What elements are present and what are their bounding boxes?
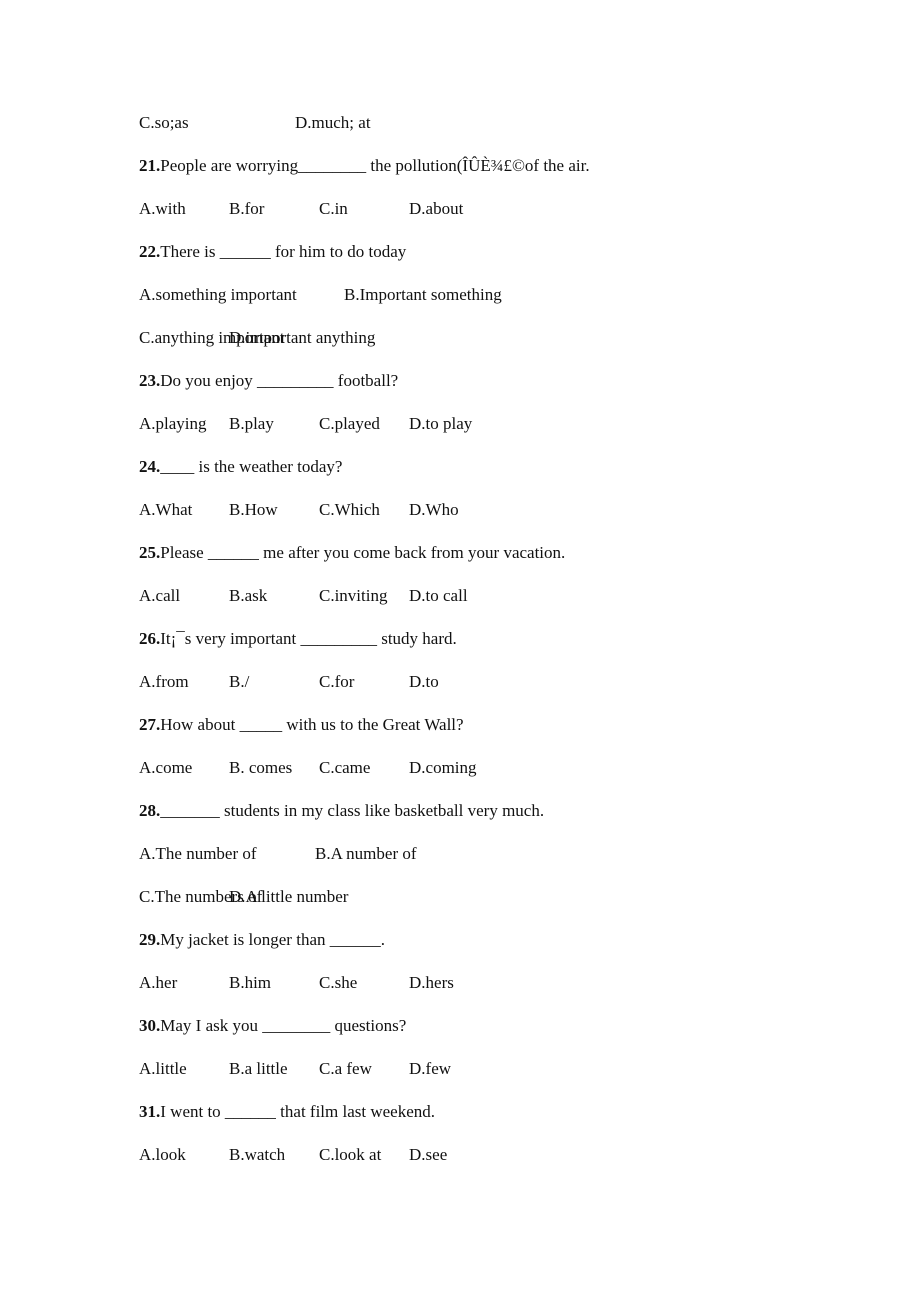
question-22: 22.There is ______ for him to do today <box>139 242 406 262</box>
question-28: 28._______ students in my class like bas… <box>139 801 544 821</box>
answer-option: C.in <box>319 199 348 218</box>
answer-option: B.him <box>229 973 272 992</box>
question-29: 29.My jacket is longer than ______. <box>139 930 385 950</box>
answer-option: C.for <box>319 672 355 691</box>
answer-option: A.little <box>139 1059 187 1078</box>
answer-option: D.Who <box>409 500 459 519</box>
question-text: Do you enjoy _________ football? <box>160 371 399 390</box>
answer-option: D.see <box>409 1145 448 1164</box>
answer-option: A.playing <box>139 414 207 433</box>
question-text: How about _____ with us to the Great Wal… <box>160 715 464 734</box>
answer-option: D.A little number <box>229 887 349 906</box>
question-27: 27.How about _____ with us to the Great … <box>139 715 464 735</box>
question-text: ____ is the weather today? <box>160 457 343 476</box>
answer-option: A.The number of <box>139 844 257 863</box>
answer-option: A.with <box>139 199 186 218</box>
answer-option: D.to <box>409 672 439 691</box>
answer-option: C.came <box>319 758 371 777</box>
question-number: 21. <box>139 156 161 175</box>
answer-option: B.for <box>229 199 265 218</box>
question-text: _______ students in my class like basket… <box>160 801 545 820</box>
question-number: 31. <box>139 1102 161 1121</box>
answer-option: D.to play <box>409 414 473 433</box>
answer-option: B.play <box>229 414 274 433</box>
question-24: 24.____ is the weather today? <box>139 457 342 477</box>
answer-option: A.look <box>139 1145 186 1164</box>
question-23: 23.Do you enjoy _________ football? <box>139 371 398 391</box>
answer-option: C.a few <box>319 1059 372 1078</box>
question-text: I went to ______ that film last weekend. <box>160 1102 436 1121</box>
answer-option: B.watch <box>229 1145 286 1164</box>
question-number: 28. <box>139 801 161 820</box>
question-text: May I ask you ________ questions? <box>160 1016 407 1035</box>
answer-option: C.inviting <box>319 586 388 605</box>
answer-option: B.ask <box>229 586 268 605</box>
answer-option: A.her <box>139 973 178 992</box>
question-text: It¡¯s very important _________ study har… <box>160 629 457 648</box>
question-text: There is ______ for him to do today <box>160 242 407 261</box>
question-number: 29. <box>139 930 161 949</box>
answer-option: C.so;as <box>139 113 189 132</box>
answer-option: D.important anything <box>229 328 376 347</box>
answer-option: B.Important something <box>344 285 502 304</box>
answer-option: B.a little <box>229 1059 288 1078</box>
question-21: 21.People are worrying________ the pollu… <box>139 156 590 176</box>
question-number: 30. <box>139 1016 161 1035</box>
answer-option: A.What <box>139 500 193 519</box>
question-30: 30.May I ask you ________ questions? <box>139 1016 406 1036</box>
answer-option: A.something important <box>139 285 297 304</box>
question-text: My jacket is longer than ______. <box>160 930 385 949</box>
question-number: 22. <box>139 242 161 261</box>
question-31: 31.I went to ______ that film last weeke… <box>139 1102 435 1122</box>
answer-option: A.call <box>139 586 181 605</box>
question-number: 24. <box>139 457 161 476</box>
answer-option: C.Which <box>319 500 380 519</box>
question-number: 23. <box>139 371 161 390</box>
answer-option: C.played <box>319 414 380 433</box>
question-text: Please ______ me after you come back fro… <box>160 543 566 562</box>
answer-option: D.few <box>409 1059 452 1078</box>
answer-option: A.come <box>139 758 193 777</box>
answer-option: D.much; at <box>295 113 371 132</box>
question-number: 26. <box>139 629 161 648</box>
answer-option: D.coming <box>409 758 477 777</box>
question-25: 25.Please ______ me after you come back … <box>139 543 565 563</box>
answer-option: D.about <box>409 199 464 218</box>
answer-option: B.How <box>229 500 278 519</box>
question-26: 26.It¡¯s very important _________ study … <box>139 629 457 649</box>
answer-option: B./ <box>229 672 250 691</box>
answer-option: A.from <box>139 672 189 691</box>
answer-option: B. comes <box>229 758 293 777</box>
question-number: 25. <box>139 543 161 562</box>
answer-option: C.look at <box>319 1145 382 1164</box>
answer-option: D.to call <box>409 586 468 605</box>
answer-option: B.A number of <box>315 844 417 863</box>
answer-option: C.she <box>319 973 358 992</box>
answer-option: D.hers <box>409 973 454 992</box>
question-number: 27. <box>139 715 161 734</box>
question-text: People are worrying________ the pollutio… <box>160 156 590 175</box>
